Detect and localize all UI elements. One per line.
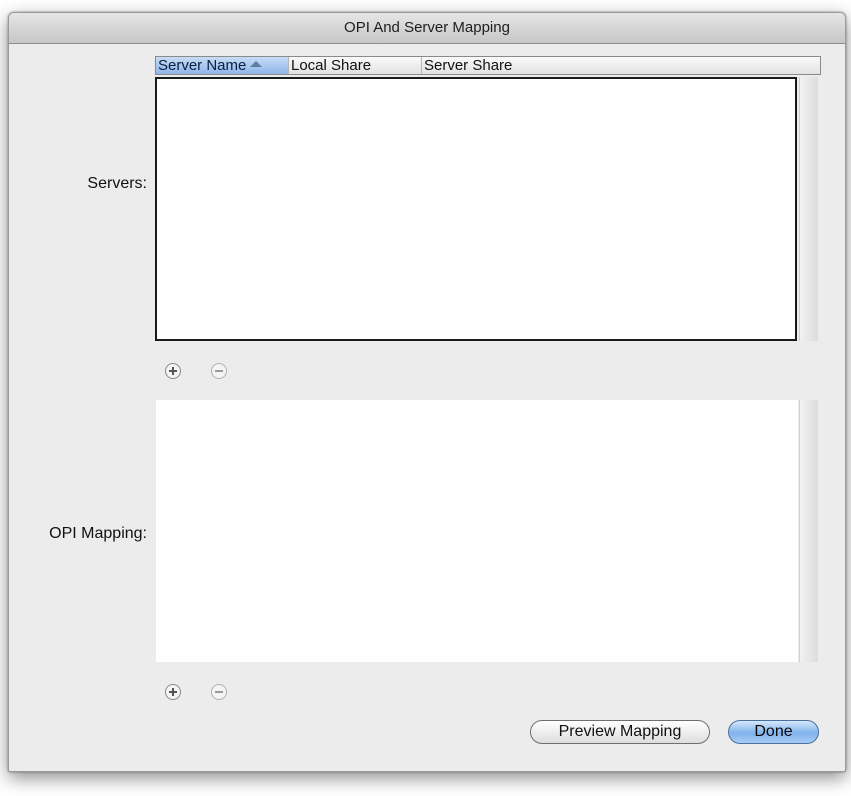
opi-mapping-table[interactable]: [156, 400, 798, 662]
servers-table[interactable]: [155, 77, 797, 341]
column-header-label: Local Share: [291, 57, 372, 74]
opi-mapping-label: OPI Mapping:: [49, 525, 147, 542]
plus-icon-vertical: [172, 367, 174, 375]
servers-add-button[interactable]: [165, 363, 181, 379]
opi-add-button[interactable]: [165, 684, 181, 700]
done-button[interactable]: Done: [728, 720, 819, 744]
plus-icon-vertical: [172, 688, 174, 696]
column-header-label: Server Name: [158, 57, 247, 74]
minus-icon: [215, 691, 223, 693]
servers-scrollbar[interactable]: [799, 77, 818, 341]
sort-ascending-icon: [250, 61, 263, 68]
dialog-window: OPI And Server Mapping Servers: Server N…: [8, 12, 846, 772]
servers-remove-button[interactable]: [211, 363, 227, 379]
window-title: OPI And Server Mapping: [9, 13, 845, 44]
servers-label: Servers:: [87, 175, 147, 192]
column-header-server-name[interactable]: Server Name: [156, 57, 288, 74]
opi-mapping-scrollbar[interactable]: [799, 400, 818, 662]
minus-icon: [215, 370, 223, 372]
column-header-server-share[interactable]: Server Share: [421, 57, 820, 74]
servers-table-header: Server Name Local Share Server Share: [155, 56, 821, 75]
column-header-label: Server Share: [424, 57, 513, 74]
opi-remove-button[interactable]: [211, 684, 227, 700]
column-header-local-share[interactable]: Local Share: [288, 57, 421, 74]
preview-mapping-button[interactable]: Preview Mapping: [530, 720, 710, 744]
